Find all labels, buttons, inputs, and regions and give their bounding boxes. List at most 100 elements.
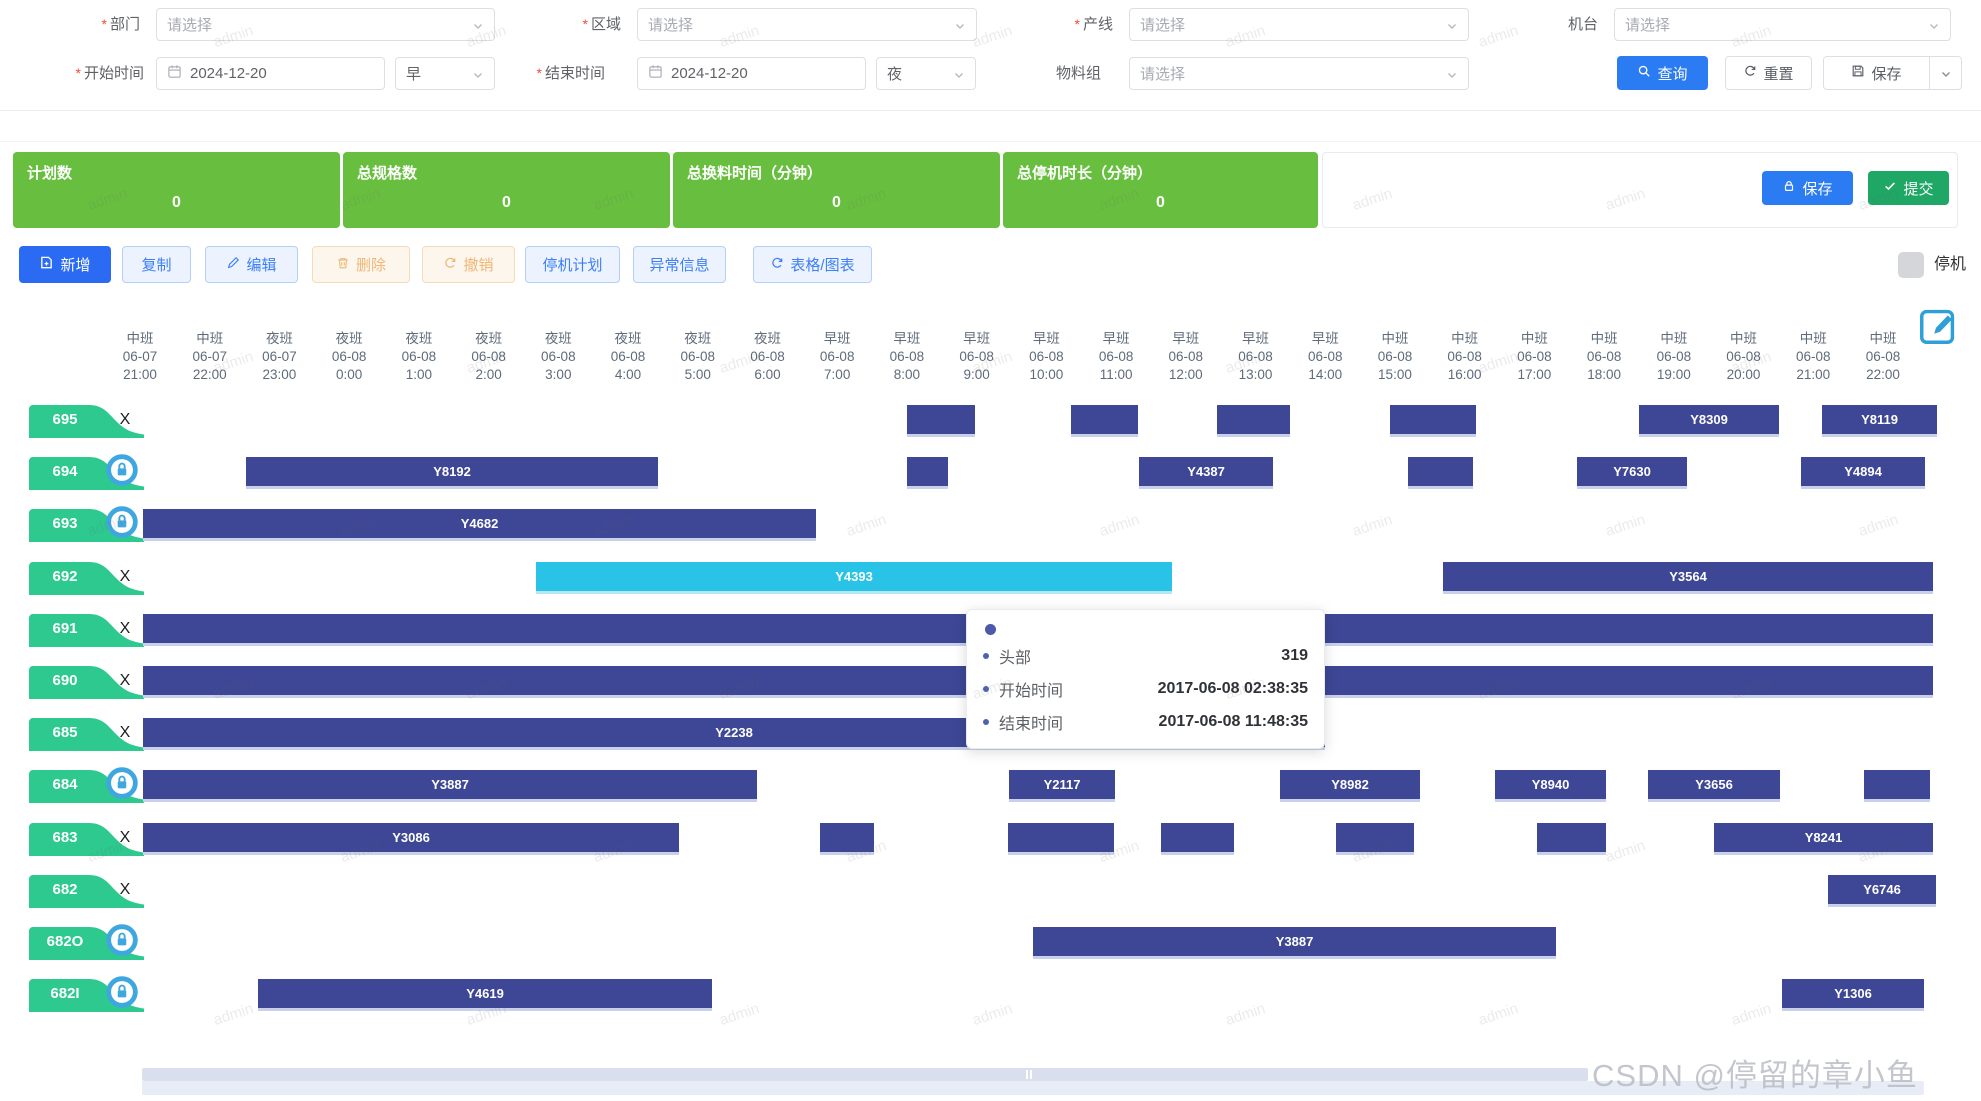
gantt-bar[interactable] xyxy=(907,405,975,434)
add-button[interactable]: 新增 xyxy=(19,246,111,283)
gantt-bar-Y4393[interactable]: Y4393 xyxy=(536,562,1172,591)
row-unlock-icon[interactable]: X xyxy=(110,666,140,696)
gantt-bar-Y3887[interactable]: Y3887 xyxy=(1033,927,1556,956)
gantt-bar-Y8940[interactable]: Y8940 xyxy=(1495,770,1606,799)
query-button[interactable]: 查询 xyxy=(1617,56,1708,90)
plan-submit-button[interactable]: 提交 xyxy=(1868,171,1949,205)
gantt-bar[interactable] xyxy=(907,457,948,486)
axis-tick: 早班06-088:00 xyxy=(867,330,947,383)
table-chart-button[interactable]: 表格/图表 xyxy=(753,246,872,283)
gantt-bar-Y4387[interactable]: Y4387 xyxy=(1139,457,1273,486)
gantt-bar-Y1306[interactable]: Y1306 xyxy=(1782,979,1924,1008)
chevron-down-icon xyxy=(1446,19,1458,31)
gantt-bar-Y3656[interactable]: Y3656 xyxy=(1648,770,1780,799)
gantt-bar[interactable] xyxy=(1217,405,1290,434)
gantt-bar[interactable] xyxy=(820,823,874,852)
scrollbar-grip-icon[interactable] xyxy=(1026,1070,1036,1079)
gantt-bar-Y8309[interactable]: Y8309 xyxy=(1639,405,1779,434)
stat-card: 总停机时长（分钟） 0 xyxy=(1003,152,1318,228)
row-lock-icon[interactable] xyxy=(106,506,136,536)
row-unlock-icon[interactable]: X xyxy=(110,875,140,905)
start-date-input[interactable]: 2024-12-20 xyxy=(156,57,385,90)
floppy-icon xyxy=(1851,64,1865,82)
axis-tick: 中班06-0822:00 xyxy=(1843,330,1923,383)
copy-button[interactable]: 复制 xyxy=(122,246,191,283)
required-star: * xyxy=(1075,16,1080,32)
gantt-bar-Y6746[interactable]: Y6746 xyxy=(1828,875,1936,904)
horizontal-scrollbar-thumb[interactable] xyxy=(142,1068,1588,1081)
reset-button[interactable]: 重置 xyxy=(1725,56,1812,90)
row-id: 690 xyxy=(29,666,101,696)
save-dropdown-button[interactable] xyxy=(1929,56,1962,90)
gantt-bar-Y3564[interactable]: Y3564 xyxy=(1443,562,1933,591)
gantt-bar[interactable] xyxy=(1008,823,1114,852)
area-select[interactable]: 请选择 xyxy=(637,8,977,41)
calendar-icon xyxy=(167,64,182,83)
tooltip-item: 开始时间2017-06-08 02:38:35 xyxy=(983,677,1308,701)
refresh-icon xyxy=(1743,64,1757,82)
gantt-bar-Y3086[interactable]: Y3086 xyxy=(143,823,679,852)
gantt-bar-Y4682[interactable]: Y4682 xyxy=(143,509,816,538)
delete-button[interactable]: 删除 xyxy=(312,246,410,283)
gantt-bar[interactable] xyxy=(1864,770,1930,799)
edit-button[interactable]: 编辑 xyxy=(205,246,298,283)
start-shift-select[interactable]: 早 xyxy=(395,57,495,90)
department-select[interactable]: 请选择 xyxy=(156,8,495,41)
admin-watermark: admin xyxy=(970,1000,1014,1029)
axis-tick: 夜班06-0723:00 xyxy=(239,330,319,383)
chevron-down-icon xyxy=(1940,67,1952,79)
row-unlock-icon[interactable]: X xyxy=(110,718,140,748)
chevron-down-icon xyxy=(472,68,484,80)
axis-tick: 中班06-0815:00 xyxy=(1355,330,1435,383)
downtime-plan-button[interactable]: 停机计划 xyxy=(525,246,620,283)
gantt-bar-Y7630[interactable]: Y7630 xyxy=(1577,457,1687,486)
plan-save-button[interactable]: 保存 xyxy=(1762,171,1853,205)
lock-icon xyxy=(1782,179,1796,197)
row-unlock-icon[interactable]: X xyxy=(110,614,140,644)
line-select[interactable]: 请选择 xyxy=(1129,8,1469,41)
downtime-checkbox-label: 停机 xyxy=(1934,252,1966,278)
row-id: 693 xyxy=(29,509,101,539)
admin-watermark: admin xyxy=(0,22,2,51)
exception-info-button[interactable]: 异常信息 xyxy=(633,246,726,283)
gantt-bar-Y2117[interactable]: Y2117 xyxy=(1009,770,1115,799)
admin-watermark: admin xyxy=(1476,1000,1520,1029)
divider xyxy=(0,110,1981,111)
end-shift-select[interactable]: 夜 xyxy=(876,57,976,90)
stat-card-value: 0 xyxy=(1003,194,1318,212)
gantt-bar-Y4894[interactable]: Y4894 xyxy=(1801,457,1925,486)
row-unlock-icon[interactable]: X xyxy=(110,405,140,435)
axis-tick: 早班06-087:00 xyxy=(797,330,877,383)
row-id: 682O xyxy=(29,927,101,957)
machine-select[interactable]: 请选择 xyxy=(1614,8,1951,41)
save-filter-button[interactable]: 保存 xyxy=(1823,56,1930,90)
gantt-bar-Y8192[interactable]: Y8192 xyxy=(246,457,658,486)
row-lock-icon[interactable] xyxy=(106,767,136,797)
admin-watermark: admin xyxy=(211,1000,255,1029)
tooltip-item: 结束时间2017-06-08 11:48:35 xyxy=(983,710,1308,734)
tooltip-item-value: 2017-06-08 02:38:35 xyxy=(1130,680,1308,698)
stat-card-label: 计划数 xyxy=(27,162,72,183)
row-unlock-icon[interactable]: X xyxy=(110,823,140,853)
gantt-bar-Y8119[interactable]: Y8119 xyxy=(1822,405,1937,434)
end-date-input[interactable]: 2024-12-20 xyxy=(637,57,866,90)
undo-button[interactable]: 撤销 xyxy=(422,246,515,283)
gantt-bar[interactable] xyxy=(1071,405,1138,434)
row-unlock-icon[interactable]: X xyxy=(110,562,140,592)
gantt-bar-Y4619[interactable]: Y4619 xyxy=(258,979,712,1008)
gantt-bar[interactable] xyxy=(1161,823,1234,852)
gantt-bar[interactable] xyxy=(1408,457,1473,486)
gantt-bar-Y8982[interactable]: Y8982 xyxy=(1280,770,1420,799)
row-lock-icon[interactable] xyxy=(106,924,136,954)
material-group-select[interactable]: 请选择 xyxy=(1129,57,1469,90)
row-lock-icon[interactable] xyxy=(106,454,136,484)
row-lock-icon[interactable] xyxy=(106,976,136,1006)
gantt-bar-Y8241[interactable]: Y8241 xyxy=(1714,823,1933,852)
chevron-down-icon xyxy=(954,19,966,31)
gantt-bar[interactable] xyxy=(1537,823,1606,852)
downtime-checkbox[interactable] xyxy=(1898,252,1924,278)
gantt-bar[interactable] xyxy=(1336,823,1414,852)
stat-card-label: 总停机时长（分钟） xyxy=(1017,162,1152,183)
gantt-bar[interactable] xyxy=(1390,405,1476,434)
gantt-bar-Y3887[interactable]: Y3887 xyxy=(143,770,757,799)
